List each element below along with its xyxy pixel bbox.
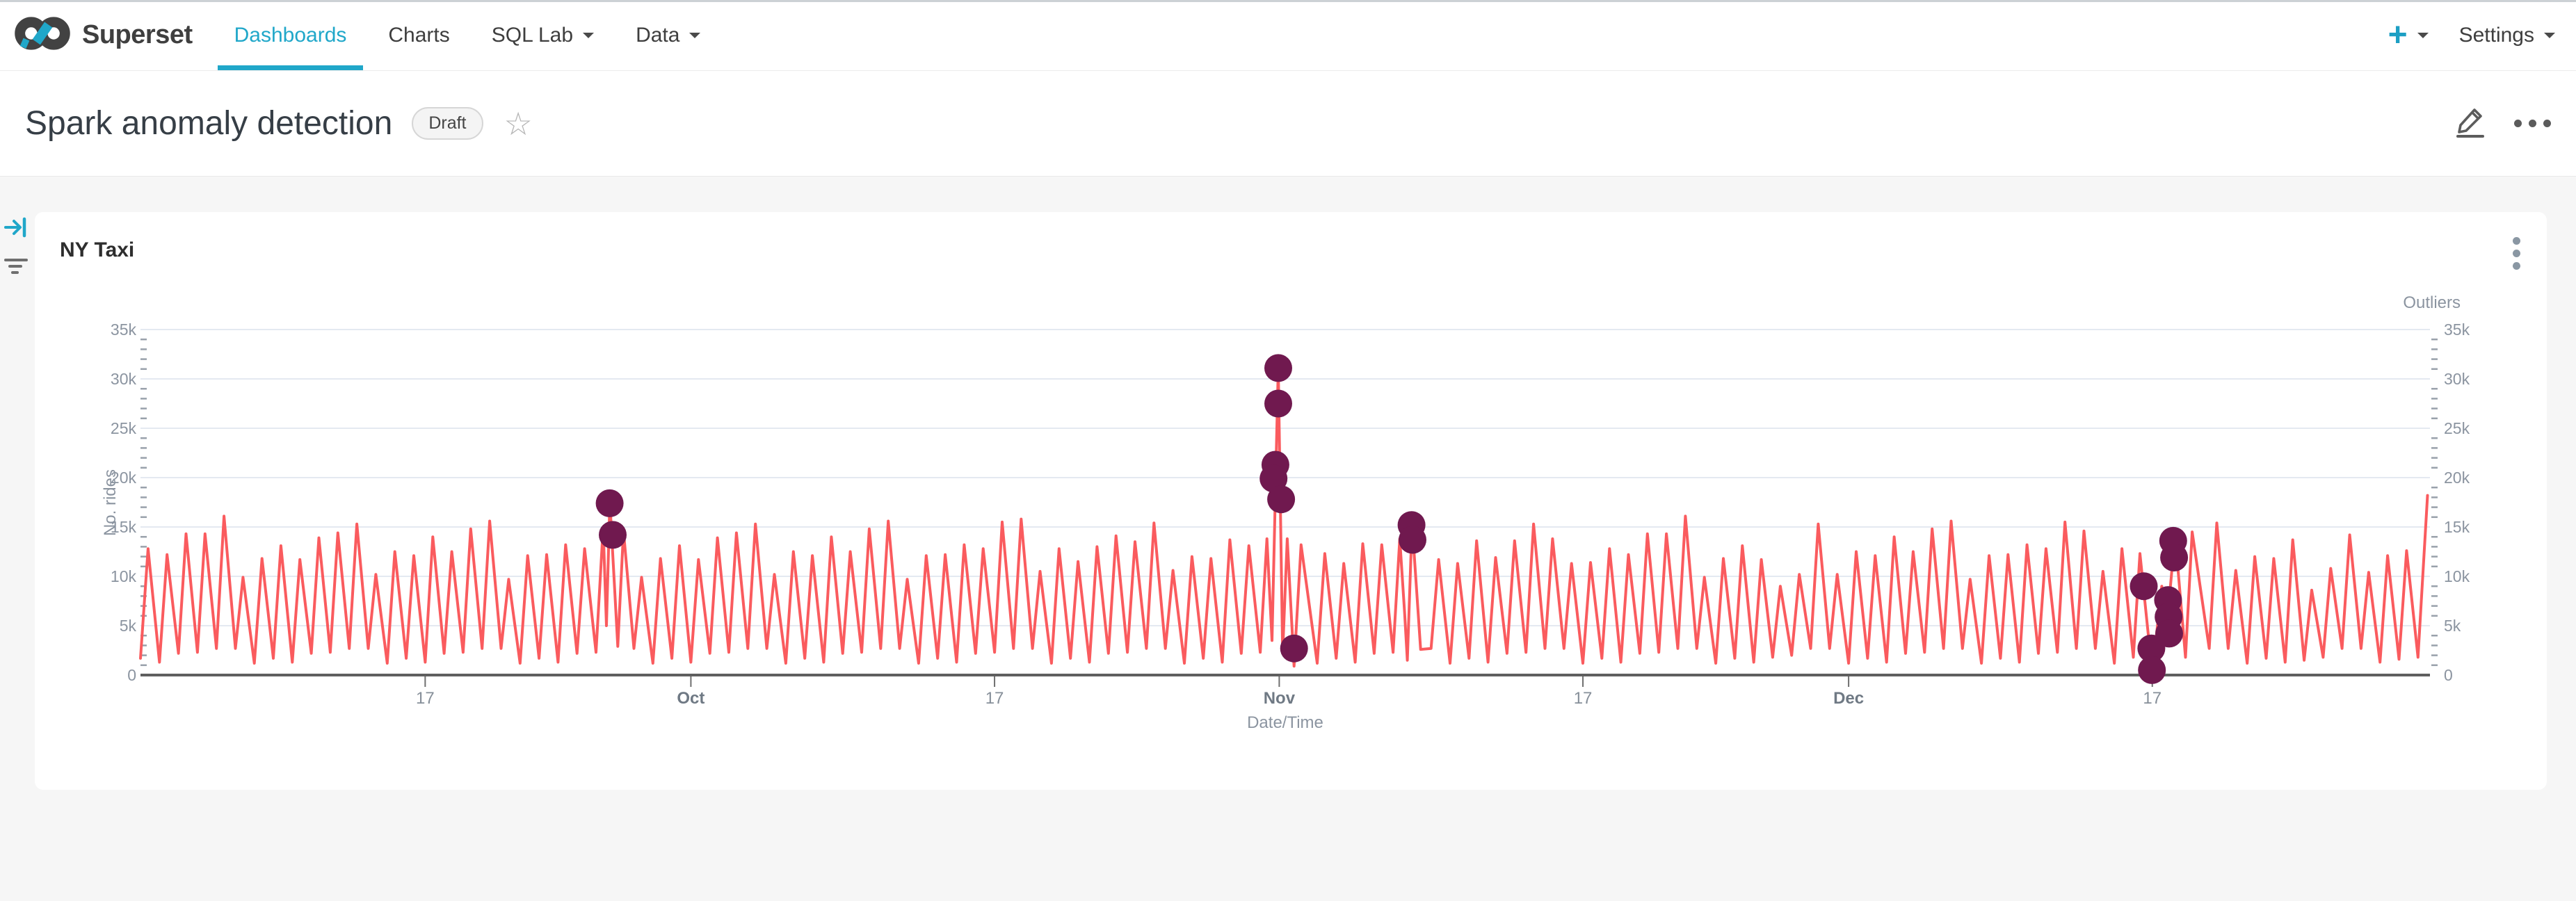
favorite-star-icon[interactable]: ☆ [504, 108, 533, 140]
superset-brand[interactable]: Superset [0, 16, 193, 54]
chart-card-ny-taxi: NY Taxi 005k5k10k10k15k15k20k20k25k25k30… [35, 212, 2547, 790]
outlier-point [1267, 485, 1295, 513]
nav-item-dashboards[interactable]: Dashboards [214, 0, 368, 70]
nav-right-actions: + Settings [2388, 19, 2576, 52]
x-tick-label: 17 [416, 689, 435, 708]
settings-label: Settings [2459, 24, 2534, 47]
expand-filter-bar-button[interactable] [4, 217, 28, 241]
y-tick-label-right: 5k [2444, 617, 2461, 635]
nav-item-data[interactable]: Data [615, 0, 721, 70]
dashboard-actions [2454, 105, 2576, 142]
y-tick-label-right: 35k [2444, 320, 2470, 339]
pencil-icon [2454, 105, 2486, 138]
outlier-point [1264, 390, 1292, 418]
chevron-down-icon [689, 33, 700, 44]
more-options-button[interactable] [2514, 120, 2551, 127]
new-item-button[interactable]: + [2388, 19, 2429, 52]
x-tick-label: Nov [1264, 689, 1296, 708]
y-tick-label-right: 15k [2444, 518, 2470, 536]
nav-item-label: Data [636, 24, 679, 47]
outlier-point [1399, 526, 1426, 554]
top-navbar: Superset Dashboards Charts SQL Lab Data + S… [0, 0, 2576, 71]
outlier-point [2130, 572, 2158, 600]
y-tick-label-right: 25k [2444, 419, 2470, 437]
dashboard-header: Spark anomaly detection Draft ☆ [0, 71, 2576, 177]
outlier-point [1264, 354, 1292, 382]
nytaxi-timeseries-chart[interactable]: 005k5k10k10k15k15k20k20k25k25k30k30k35k3… [35, 212, 2547, 790]
filter-button[interactable] [4, 257, 29, 280]
outlier-point [2138, 656, 2166, 684]
outlier-point [2155, 619, 2183, 647]
x-tick-label: Oct [677, 689, 705, 708]
superset-logo-icon [14, 16, 71, 54]
x-tick-label: Dec [1833, 689, 1864, 708]
y-tick-label-right: 20k [2444, 469, 2470, 487]
y-tick-label-left: 10k [111, 567, 137, 585]
outlier-point [1280, 635, 1308, 663]
ellipsis-icon [2514, 120, 2522, 127]
chevron-down-icon [583, 33, 594, 44]
chevron-down-icon [2417, 33, 2429, 44]
nav-item-sql-lab[interactable]: SQL Lab [471, 0, 615, 70]
x-tick-label: 17 [985, 689, 1004, 708]
nav-item-label: SQL Lab [492, 24, 573, 47]
y-tick-label-left: 25k [111, 419, 137, 437]
x-tick-label: 17 [2143, 689, 2162, 708]
edit-dashboard-button[interactable] [2454, 105, 2486, 142]
y-tick-label-left: 5k [120, 617, 137, 635]
y-axis-title: No. rides [101, 469, 120, 536]
arrow-to-bar-icon [4, 217, 28, 238]
outlier-point [2160, 544, 2188, 571]
y-tick-label-right: 0 [2444, 666, 2453, 684]
settings-menu[interactable]: Settings [2459, 24, 2555, 47]
y-tick-label-left: 30k [111, 370, 137, 388]
y-tick-label-right: 10k [2444, 567, 2470, 585]
filter-lines-icon [4, 257, 29, 277]
y-tick-label-right: 30k [2444, 370, 2470, 388]
right-axis-label: Outliers [2403, 293, 2461, 312]
nav-item-charts[interactable]: Charts [367, 0, 470, 70]
page-title: Spark anomaly detection [25, 104, 392, 143]
chevron-down-icon [2544, 33, 2555, 44]
brand-name: Superset [82, 20, 193, 50]
outlier-point [596, 489, 624, 517]
nav-item-label: Dashboards [234, 24, 347, 47]
main-nav: Dashboards Charts SQL Lab Data [214, 0, 722, 70]
nav-item-label: Charts [388, 24, 449, 47]
outlier-point [599, 521, 627, 549]
status-badge: Draft [412, 107, 483, 140]
y-tick-label-left: 0 [127, 666, 136, 684]
x-axis-title: Date/Time [1247, 713, 1323, 732]
axes [140, 675, 2430, 687]
x-tick-label: 17 [1574, 689, 1593, 708]
plus-icon: + [2388, 19, 2408, 52]
superset-dashboard-page: Superset Dashboards Charts SQL Lab Data + S… [0, 0, 2576, 901]
y-tick-label-left: 35k [111, 320, 137, 339]
